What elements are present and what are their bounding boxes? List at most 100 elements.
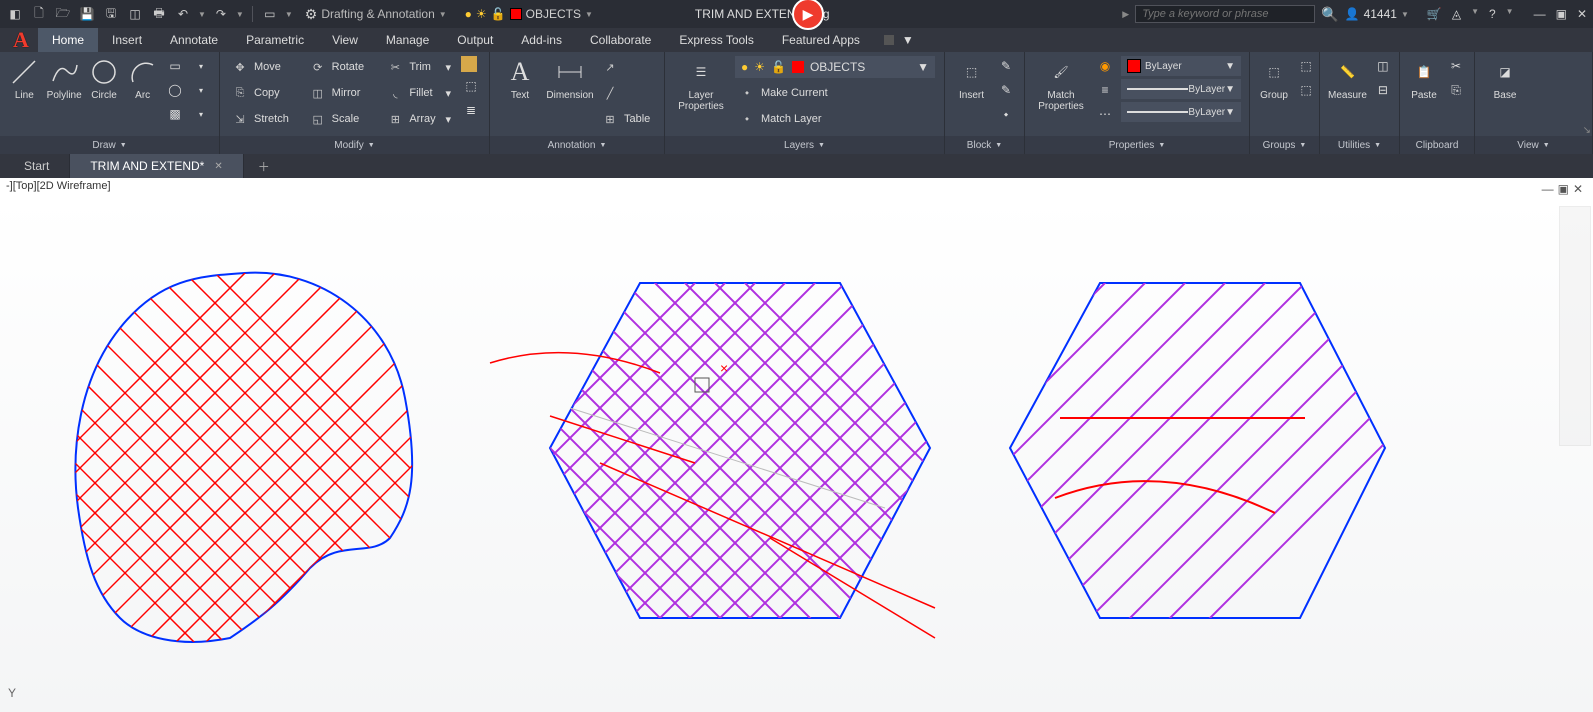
edit-block-icon[interactable]: ✎ bbox=[996, 80, 1016, 100]
clipboard-panel-title[interactable]: Clipboard bbox=[1400, 136, 1474, 154]
navigation-bar[interactable] bbox=[1559, 206, 1591, 446]
cut-icon[interactable]: ✂ bbox=[1446, 56, 1466, 76]
help-search-input[interactable] bbox=[1135, 5, 1315, 23]
ellipse-tool-icon[interactable]: ◯ bbox=[165, 80, 185, 100]
app-logo-a[interactable]: A bbox=[4, 28, 38, 52]
search-icon[interactable]: 🔍 bbox=[1321, 6, 1338, 23]
drawing-object-1[interactable] bbox=[60, 258, 430, 648]
viewport-restore-icon[interactable]: ▣ bbox=[1558, 182, 1569, 196]
cart-icon[interactable]: 🛒 bbox=[1427, 7, 1442, 21]
layers-panel-title[interactable]: Layers▼ bbox=[665, 136, 944, 154]
mirror-tool[interactable]: ◫Mirror bbox=[306, 82, 378, 104]
base-view-tool[interactable]: ◪ Base bbox=[1483, 56, 1527, 101]
ungroup-icon[interactable]: ⬚ bbox=[1296, 56, 1316, 76]
match-properties-tool[interactable]: 🖌 Match Properties bbox=[1033, 56, 1089, 112]
create-block-icon[interactable]: ✎ bbox=[996, 56, 1016, 76]
fillet-tool[interactable]: ◟Fillet▾ bbox=[383, 82, 455, 104]
drawing-object-3[interactable] bbox=[970, 268, 1420, 668]
leader-tool[interactable]: ↗ bbox=[598, 56, 654, 78]
start-tab[interactable]: Start bbox=[4, 154, 70, 178]
draw-panel-title[interactable]: Draw▼ bbox=[0, 136, 219, 154]
group-edit-icon[interactable]: ⬚ bbox=[1296, 80, 1316, 100]
move-tool[interactable]: ✥Move bbox=[228, 56, 300, 78]
tab-output[interactable]: Output bbox=[443, 28, 507, 52]
modify-panel-title[interactable]: Modify▼ bbox=[220, 136, 489, 154]
help-search[interactable] bbox=[1135, 5, 1315, 23]
paste-tool[interactable]: 📋 Paste bbox=[1408, 56, 1440, 101]
dimension-tool[interactable]: Dimension bbox=[548, 56, 592, 101]
linetype-icon[interactable]: ⋯ bbox=[1095, 104, 1115, 124]
panel-dropdown-icon[interactable]: ▼ bbox=[902, 33, 914, 47]
trim-tool[interactable]: ✂Trim▾ bbox=[383, 56, 455, 78]
tab-insert[interactable]: Insert bbox=[98, 28, 156, 52]
hatch-dropdown-icon[interactable]: ▾ bbox=[191, 104, 211, 124]
make-current-tool[interactable]: ⬩Make Current bbox=[735, 82, 935, 104]
group-tool[interactable]: ⬚ Group bbox=[1258, 56, 1290, 101]
drawing-object-2[interactable]: × bbox=[470, 268, 970, 668]
user-account[interactable]: 👤 41441 ▼ bbox=[1345, 7, 1409, 21]
layer-properties-tool[interactable]: ☰ Layer Properties bbox=[673, 56, 729, 112]
filename-dropdown-icon[interactable]: ▶ bbox=[1122, 9, 1129, 20]
offset-tool-icon[interactable]: ≣ bbox=[461, 100, 481, 120]
tab-addins[interactable]: Add-ins bbox=[507, 28, 576, 52]
new-tab-button[interactable]: ＋ bbox=[244, 154, 284, 178]
qat-undo-dropdown[interactable]: ▼ bbox=[198, 10, 206, 19]
lineweight-bylayer-dropdown[interactable]: ByLayer▼ bbox=[1121, 79, 1241, 99]
copy-tool[interactable]: ⎘Copy bbox=[228, 82, 300, 104]
color-wheel-icon[interactable]: ◉ bbox=[1095, 56, 1115, 76]
panel-button-icon[interactable] bbox=[884, 35, 894, 45]
hatch-tool-icon[interactable]: ▩ bbox=[165, 104, 185, 124]
annotation-panel-title[interactable]: Annotation▼ bbox=[490, 136, 664, 154]
tab-parametric[interactable]: Parametric bbox=[232, 28, 318, 52]
erase-tool-icon[interactable] bbox=[461, 56, 477, 72]
drawing-area[interactable]: × Y bbox=[0, 198, 1593, 712]
block-attr-icon[interactable]: ⬩ bbox=[996, 104, 1016, 124]
qat-layer-state[interactable]: ● ☀ 🔓 OBJECTS ▼ bbox=[459, 7, 599, 21]
match-layer-tool[interactable]: ⬩Match Layer bbox=[735, 108, 935, 130]
close-tab-icon[interactable]: ✕ bbox=[214, 161, 222, 172]
autodesk-dropdown-icon[interactable]: ▼ bbox=[1471, 7, 1479, 21]
help-dropdown-icon[interactable]: ▼ bbox=[1506, 7, 1514, 21]
table-tool[interactable]: ⊞Table bbox=[598, 108, 654, 130]
rectangle-dropdown-icon[interactable]: ▾ bbox=[191, 56, 211, 76]
multileader-tool[interactable]: ╱ bbox=[598, 82, 654, 104]
tab-home[interactable]: Home bbox=[38, 28, 98, 52]
qat-open-icon[interactable]: 🗁 bbox=[54, 5, 72, 23]
minimize-icon[interactable]: — bbox=[1534, 7, 1546, 21]
viewport-close-icon[interactable]: ✕ bbox=[1573, 182, 1583, 196]
qat-redo-dropdown[interactable]: ▼ bbox=[236, 10, 244, 19]
qat-redo-icon[interactable]: ↷ bbox=[212, 5, 230, 23]
tab-express-tools[interactable]: Express Tools bbox=[665, 28, 767, 52]
groups-panel-title[interactable]: Groups▼ bbox=[1250, 136, 1319, 154]
circle-tool[interactable]: Circle bbox=[88, 56, 121, 101]
tab-view[interactable]: View bbox=[318, 28, 372, 52]
line-tool[interactable]: Line bbox=[8, 56, 41, 101]
linetype-bylayer-dropdown[interactable]: ByLayer▼ bbox=[1121, 102, 1241, 122]
tab-manage[interactable]: Manage bbox=[372, 28, 443, 52]
close-icon[interactable]: ✕ bbox=[1577, 7, 1587, 21]
select-all-icon[interactable]: ◫ bbox=[1373, 56, 1393, 76]
tab-featured-apps[interactable]: Featured Apps bbox=[768, 28, 874, 52]
view-panel-title[interactable]: View▼ bbox=[1475, 136, 1592, 154]
tab-collaborate[interactable]: Collaborate bbox=[576, 28, 665, 52]
document-tab[interactable]: TRIM AND EXTEND* ✕ bbox=[70, 154, 243, 178]
qat-saveas-icon[interactable]: 🖫 bbox=[102, 5, 120, 23]
qat-layout-icon[interactable]: ▭ bbox=[261, 5, 279, 23]
quick-calc-icon[interactable]: ⊟ bbox=[1373, 80, 1393, 100]
explode-tool-icon[interactable]: ⬚ bbox=[461, 76, 481, 96]
qat-save-icon[interactable]: 💾 bbox=[78, 5, 96, 23]
stretch-tool[interactable]: ⇲Stretch bbox=[228, 108, 300, 130]
properties-panel-title[interactable]: Properties▼ bbox=[1025, 136, 1249, 154]
polyline-tool[interactable]: Polyline bbox=[47, 56, 82, 101]
viewport-minimize-icon[interactable]: — bbox=[1542, 182, 1554, 196]
qat-plot-icon[interactable]: 🖶 bbox=[150, 5, 168, 23]
insert-block-tool[interactable]: ⬚ Insert bbox=[953, 56, 990, 101]
autodesk-icon[interactable]: ◬ bbox=[1452, 7, 1461, 21]
arc-tool[interactable]: Arc bbox=[126, 56, 159, 101]
text-tool[interactable]: A Text bbox=[498, 56, 542, 101]
array-tool[interactable]: ⊞Array▾ bbox=[383, 108, 455, 130]
restore-icon[interactable]: ▣ bbox=[1556, 7, 1567, 21]
rectangle-tool-icon[interactable]: ▭ bbox=[165, 56, 185, 76]
ellipse-dropdown-icon[interactable]: ▾ bbox=[191, 80, 211, 100]
qat-web-icon[interactable]: ◫ bbox=[126, 5, 144, 23]
